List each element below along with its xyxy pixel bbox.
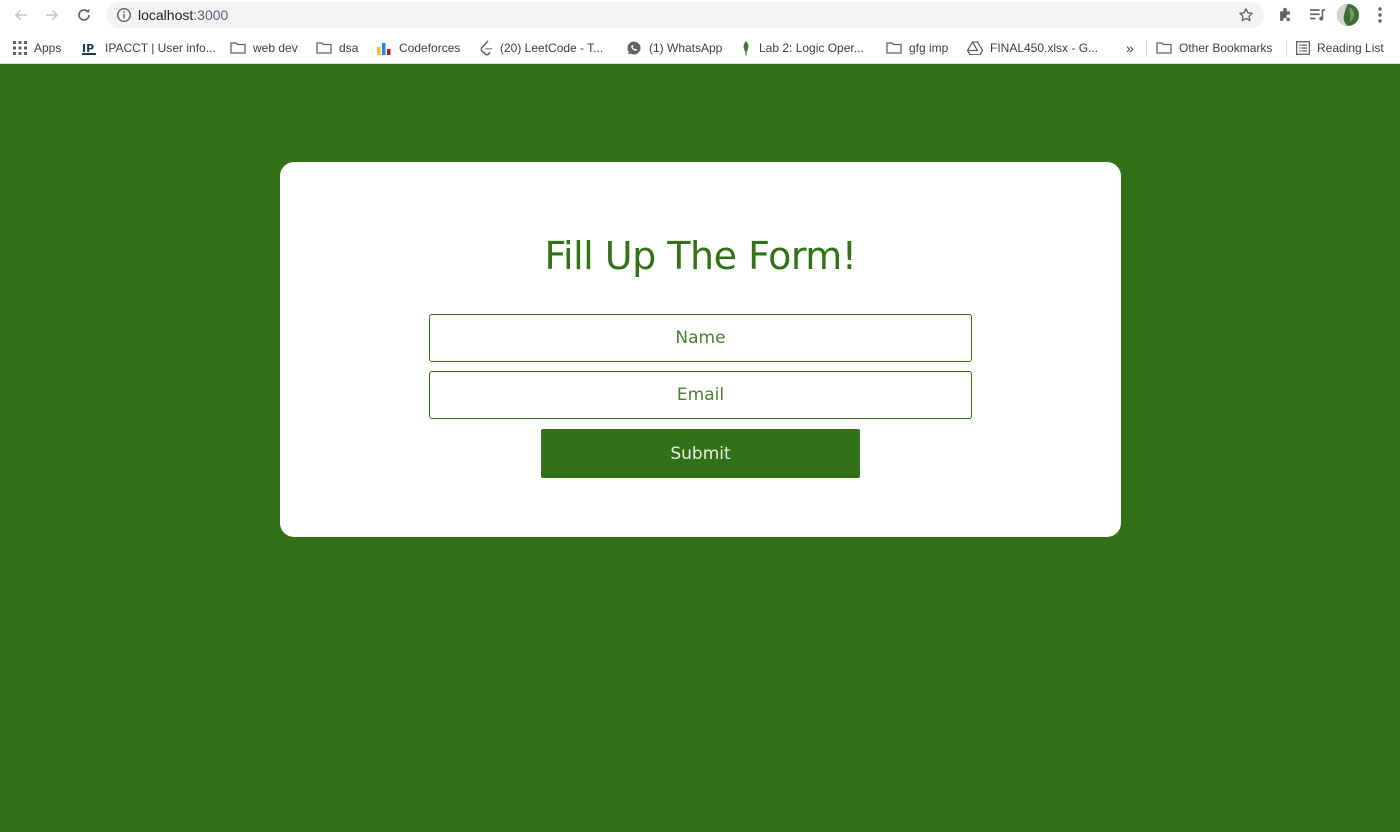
form-card: Fill Up The Form! Submit [280,162,1121,537]
bookmark-label: IPACCT | User info... [105,41,216,55]
bookmark-label: dsa [339,41,359,55]
bookmark-label: Lab 2: Logic Oper... [759,41,864,55]
star-icon[interactable] [1238,7,1254,23]
bookmark-other-bookmarks[interactable]: Other Bookmarks [1156,39,1272,57]
reading-list-icon [1296,41,1310,55]
bookmark-label: gfg imp [909,41,949,55]
page-background: Fill Up The Form! Submit [0,64,1400,832]
profile-avatar-icon[interactable] [1337,4,1359,26]
folder-icon [886,42,902,54]
leaf-icon [743,41,749,56]
info-icon[interactable] [116,7,132,23]
bookmark-final450[interactable]: FINAL450.xlsx - G... [967,39,1098,57]
bookmark-whatsapp[interactable]: (1) WhatsApp [626,39,722,57]
globe-avatar-icon [1337,4,1359,26]
email-input[interactable] [429,371,972,419]
browser-toolbar: localhost:3000 [0,0,1400,31]
drive-icon [967,41,983,55]
bookmark-ipacct[interactable]: IP IPACCT | User info... [82,39,216,57]
bookmark-leetcode[interactable]: (20) LeetCode - T... [479,39,603,57]
bookmarks-divider [1286,40,1287,56]
name-input[interactable] [429,314,972,362]
leetcode-icon [480,40,492,56]
bookmarks-overflow-button[interactable]: » [1126,39,1134,57]
arrow-right-icon [46,9,59,21]
submit-button[interactable]: Submit [541,429,860,478]
bookmarks-divider [1146,40,1147,56]
form-title: Fill Up The Form! [544,234,857,278]
puzzle-extension-icon[interactable] [1278,6,1295,23]
bookmark-label: (1) WhatsApp [649,41,723,55]
url-port: :3000 [193,7,229,23]
whatsapp-icon [627,41,641,55]
bookmark-apps[interactable]: Apps [13,39,61,57]
chevron-double-right-icon: » [1126,40,1134,56]
url-text: localhost:3000 [138,7,228,23]
bookmark-label: Other Bookmarks [1179,41,1273,55]
folder-icon [230,42,246,54]
bookmark-label: FINAL450.xlsx - G... [990,41,1099,55]
kebab-menu-icon[interactable] [1374,6,1386,24]
reload-button[interactable] [73,5,95,25]
url-host: localhost [138,7,194,23]
bookmarks-bar: Apps IP IPACCT | User info... web dev ds… [0,31,1400,64]
bookmark-label: web dev [253,41,298,55]
folder-icon [316,42,332,54]
ipacct-icon: IP [82,42,96,55]
media-queue-icon[interactable] [1309,6,1326,23]
bookmark-label: Apps [34,41,62,55]
bookmark-codeforces[interactable]: Codeforces [376,39,460,57]
back-button[interactable] [10,5,32,25]
reading-list-button[interactable]: Reading List [1296,39,1384,57]
apps-grid-icon [13,41,27,55]
reload-icon [78,8,90,21]
arrow-left-icon [14,9,27,21]
folder-icon [1156,42,1172,54]
bookmark-label: Codeforces [399,41,461,55]
bookmark-lab2[interactable]: Lab 2: Logic Oper... [740,39,864,57]
bookmark-label: (20) LeetCode - T... [500,41,604,55]
codeforces-icon [377,43,391,55]
address-bar[interactable]: localhost:3000 [106,2,1264,28]
bookmark-folder-gfg-imp[interactable]: gfg imp [886,39,948,57]
bookmark-folder-dsa[interactable]: dsa [316,39,358,57]
bookmark-label: Reading List [1317,41,1384,55]
bookmark-folder-web-dev[interactable]: web dev [230,39,298,57]
forward-button[interactable] [41,5,63,25]
